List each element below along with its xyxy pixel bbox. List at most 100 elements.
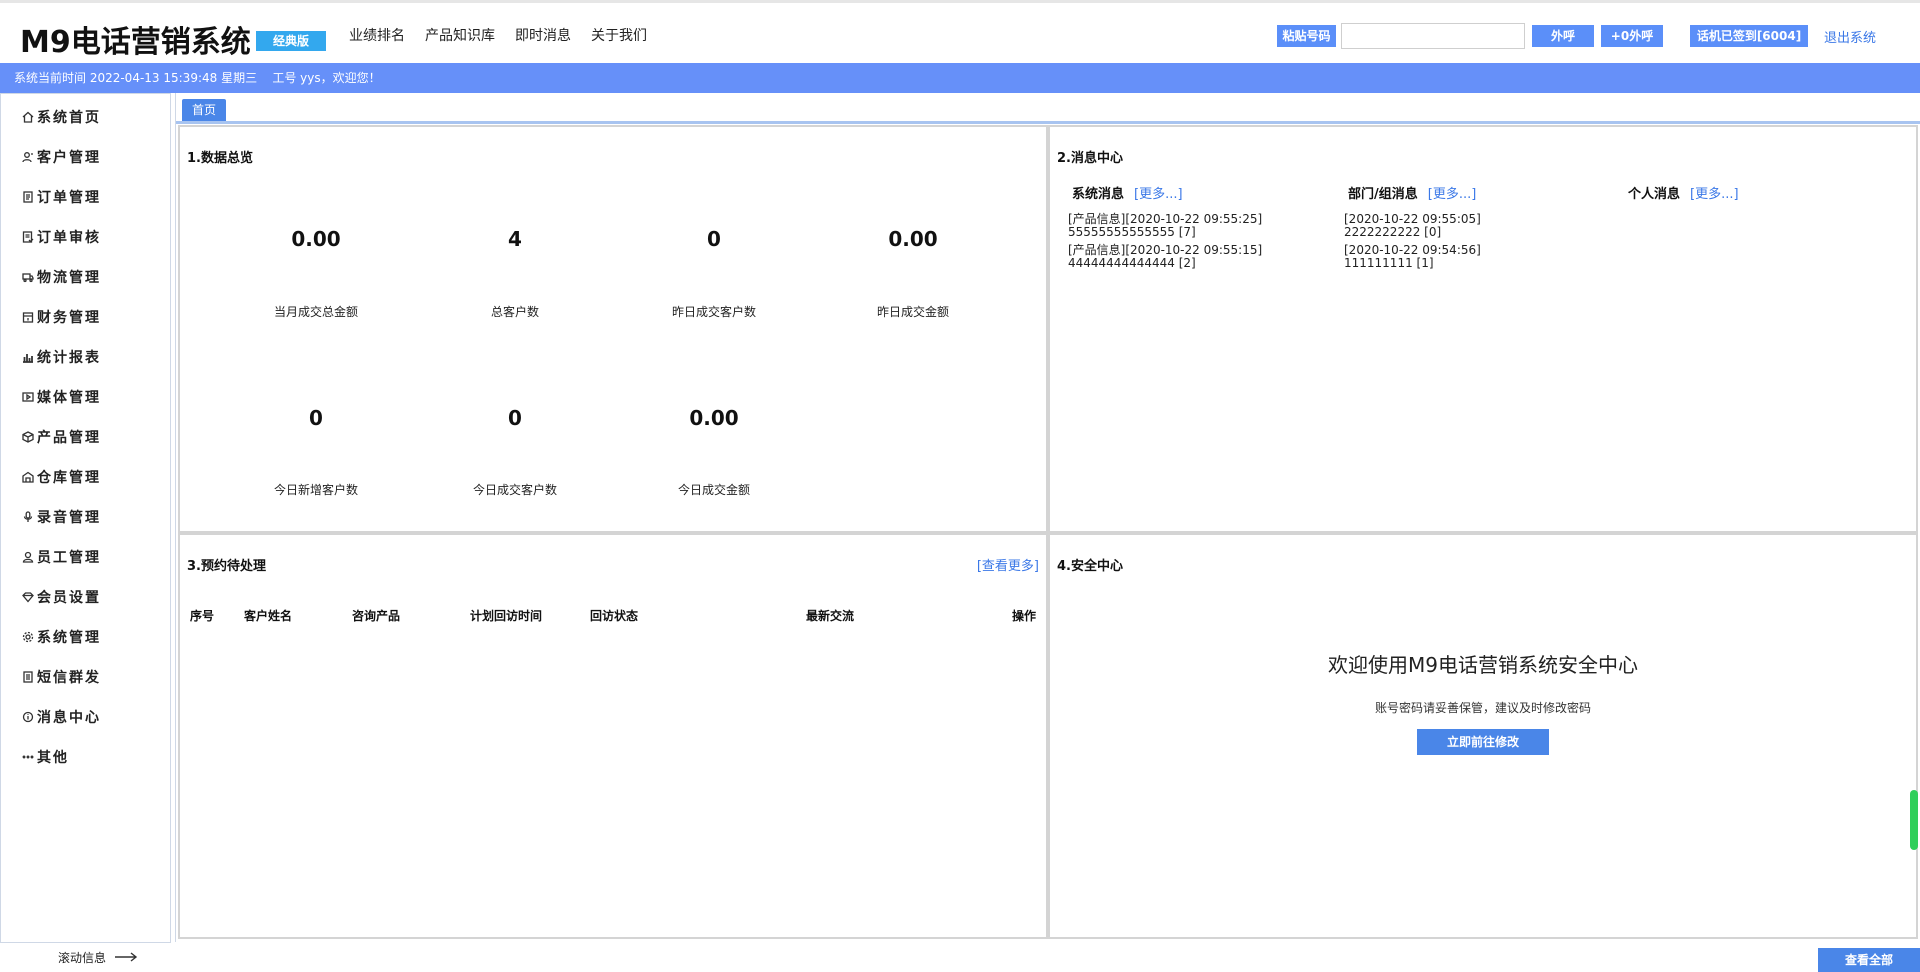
edition-badge: 经典版 bbox=[256, 31, 326, 51]
info-bar: 系统当前时间 2022-04-13 15:39:48 星期三 工号 yys，欢迎… bbox=[0, 63, 1920, 93]
logout-link[interactable]: 退出系统 bbox=[1824, 27, 1876, 46]
scrollbar-thumb[interactable] bbox=[1910, 790, 1918, 850]
table-header-actions: 操作 bbox=[1012, 609, 1037, 623]
panel-title: 3.预约待处理 bbox=[187, 559, 266, 574]
panel-title: 4.安全中心 bbox=[1057, 559, 1123, 574]
sidebar-item-label: 仓库管理 bbox=[37, 470, 101, 486]
sidebar-item-customers[interactable]: 客户管理 bbox=[21, 147, 101, 167]
security-subtext: 账号密码请妥善保管，建议及时修改密码 bbox=[1374, 701, 1591, 715]
table-header-customer-name: 客户姓名 bbox=[244, 609, 293, 623]
sidebar-item-membership[interactable]: 会员设置 bbox=[21, 587, 101, 607]
sidebar-item-other[interactable]: 其他 bbox=[21, 747, 69, 767]
sidebar-item-label: 媒体管理 bbox=[37, 390, 101, 406]
stat-value: 0.00 bbox=[689, 406, 739, 430]
nav-performance-ranking[interactable]: 业绩排名 bbox=[349, 25, 405, 45]
stat-value: 0.00 bbox=[888, 227, 938, 251]
sidebar-item-label: 录音管理 bbox=[37, 510, 101, 526]
message-center-panel: 2.消息中心 系统消息 [更多...] [产品信息][2020-10-22 09… bbox=[1048, 125, 1918, 533]
sidebar-item-system[interactable]: 系统管理 bbox=[21, 627, 101, 647]
sidebar-item-products[interactable]: 产品管理 bbox=[21, 427, 101, 447]
stat-month-total-amount: 0.00 bbox=[216, 227, 416, 251]
stat-today-customers: 0 bbox=[415, 406, 615, 430]
sidebar-item-warehouse[interactable]: 仓库管理 bbox=[21, 467, 101, 487]
stat-month-total-amount-label: 当月成交总金额 bbox=[216, 303, 416, 320]
stat-label: 当月成交总金额 bbox=[273, 305, 358, 319]
sidebar-item-label: 统计报表 bbox=[37, 350, 101, 366]
sms-icon bbox=[21, 670, 35, 684]
order-review-icon bbox=[21, 230, 35, 244]
security-headline: 欢迎使用M9电话营销系统安全中心 bbox=[1328, 653, 1638, 677]
nav-product-knowledge[interactable]: 产品知识库 bbox=[425, 25, 495, 45]
finance-icon bbox=[21, 310, 35, 324]
outbound-call-plus0-button[interactable]: +0外呼 bbox=[1601, 25, 1663, 47]
system-messages-more-link[interactable]: [更多...] bbox=[1134, 183, 1183, 202]
outbound-call-button[interactable]: 外呼 bbox=[1532, 25, 1594, 47]
nav-instant-message[interactable]: 即时消息 bbox=[515, 25, 571, 45]
app-header: M9电话营销系统 经典版 业绩排名 产品知识库 即时消息 关于我们 粘贴号码 外… bbox=[0, 3, 1920, 63]
sidebar-item-sms[interactable]: 短信群发 bbox=[21, 667, 101, 687]
top-nav: 业绩排名 产品知识库 即时消息 关于我们 bbox=[349, 25, 647, 45]
system-messages-header: 系统消息 [更多...] bbox=[1072, 183, 1183, 202]
stat-label: 昨日成交金额 bbox=[876, 305, 949, 319]
phone-status-button[interactable]: 话机已签到[6004] bbox=[1690, 25, 1808, 47]
sidebar-item-label: 订单审核 bbox=[37, 230, 101, 246]
list-item[interactable]: [产品信息][2020-10-22 09:55:15] 444444444444… bbox=[1068, 244, 1268, 270]
sidebar-item-messages[interactable]: 消息中心 bbox=[21, 707, 101, 727]
change-password-button[interactable]: 立即前往修改 bbox=[1417, 729, 1549, 755]
nav-about-us[interactable]: 关于我们 bbox=[591, 25, 647, 45]
department-messages-list: [2020-10-22 09:55:05] 2222222222 [0] [20… bbox=[1344, 209, 1544, 270]
table-header-visit-time: 计划回访时间 bbox=[470, 609, 543, 623]
gear-icon bbox=[21, 630, 35, 644]
sidebar-item-recordings[interactable]: 录音管理 bbox=[21, 507, 101, 527]
stat-yesterday-amount-label: 昨日成交金额 bbox=[813, 303, 1013, 320]
column-title: 系统消息 bbox=[1072, 187, 1125, 202]
microphone-icon bbox=[21, 510, 35, 524]
sidebar-item-label: 客户管理 bbox=[37, 150, 101, 166]
sidebar-item-reports[interactable]: 统计报表 bbox=[21, 347, 101, 367]
stat-value: 0 bbox=[707, 227, 721, 251]
appointments-see-more-link[interactable]: [查看更多] bbox=[977, 555, 1039, 574]
customers-icon bbox=[21, 150, 35, 164]
stat-total-customers: 4 bbox=[415, 227, 615, 251]
stat-yesterday-customers-label: 昨日成交客户数 bbox=[614, 303, 814, 320]
message-line: 44444444444444 [2] bbox=[1068, 256, 1196, 270]
arrow-right-icon bbox=[114, 951, 138, 965]
sidebar-item-finance[interactable]: 财务管理 bbox=[21, 307, 101, 327]
media-icon bbox=[21, 390, 35, 404]
system-messages-list: [产品信息][2020-10-22 09:55:25] 555555555555… bbox=[1068, 209, 1268, 270]
sidebar-item-orders[interactable]: 订单管理 bbox=[21, 187, 101, 207]
phone-number-input[interactable] bbox=[1341, 23, 1525, 49]
personal-messages-more-link[interactable]: [更多...] bbox=[1690, 183, 1739, 202]
stat-label: 今日成交金额 bbox=[677, 483, 750, 497]
stat-label: 今日新增客户数 bbox=[273, 483, 358, 497]
sidebar-item-media[interactable]: 媒体管理 bbox=[21, 387, 101, 407]
sidebar-item-label: 物流管理 bbox=[37, 270, 101, 286]
sidebar-item-logistics[interactable]: 物流管理 bbox=[21, 267, 101, 287]
department-messages-more-link[interactable]: [更多...] bbox=[1428, 183, 1477, 202]
appointments-panel: 3.预约待处理 [查看更多] 序号 客户姓名 咨询产品 计划回访时间 回访状态 … bbox=[178, 533, 1048, 939]
list-item[interactable]: [2020-10-22 09:54:56] 111111111 [1] bbox=[1344, 244, 1544, 270]
sidebar-item-employees[interactable]: 员工管理 bbox=[21, 547, 101, 567]
sidebar: 系统首页 客户管理 订单管理 订单审核 物流管理 财务管理 统计报表 媒体管理 … bbox=[0, 93, 171, 943]
view-all-button[interactable]: 查看全部 bbox=[1818, 948, 1920, 972]
paste-number-button[interactable]: 粘贴号码 bbox=[1277, 25, 1336, 47]
list-item[interactable]: [产品信息][2020-10-22 09:55:25] 555555555555… bbox=[1068, 213, 1268, 239]
stat-today-amount-label: 今日成交金额 bbox=[614, 481, 814, 498]
logistics-icon bbox=[21, 270, 35, 284]
panel-title: 2.消息中心 bbox=[1057, 151, 1123, 166]
list-item[interactable]: [2020-10-22 09:55:05] 2222222222 [0] bbox=[1344, 213, 1544, 239]
employee-icon bbox=[21, 550, 35, 564]
ticker-label: 滚动信息 bbox=[58, 951, 107, 965]
sidebar-item-home[interactable]: 系统首页 bbox=[21, 107, 101, 127]
table-header-product: 咨询产品 bbox=[352, 609, 401, 623]
app-logo: M9电话营销系统 bbox=[20, 25, 251, 60]
sidebar-item-order-review[interactable]: 订单审核 bbox=[21, 227, 101, 247]
department-messages-column: 部门/组消息 [更多...] bbox=[1348, 183, 1476, 202]
stat-yesterday-customers: 0 bbox=[614, 227, 814, 251]
column-title: 部门/组消息 bbox=[1348, 187, 1418, 202]
sidebar-item-label: 系统管理 bbox=[37, 630, 101, 646]
tab-underline bbox=[176, 121, 1920, 124]
table-header-visit-status: 回访状态 bbox=[590, 609, 639, 623]
column-title: 个人消息 bbox=[1628, 187, 1681, 202]
tab-home[interactable]: 首页 bbox=[182, 99, 226, 121]
